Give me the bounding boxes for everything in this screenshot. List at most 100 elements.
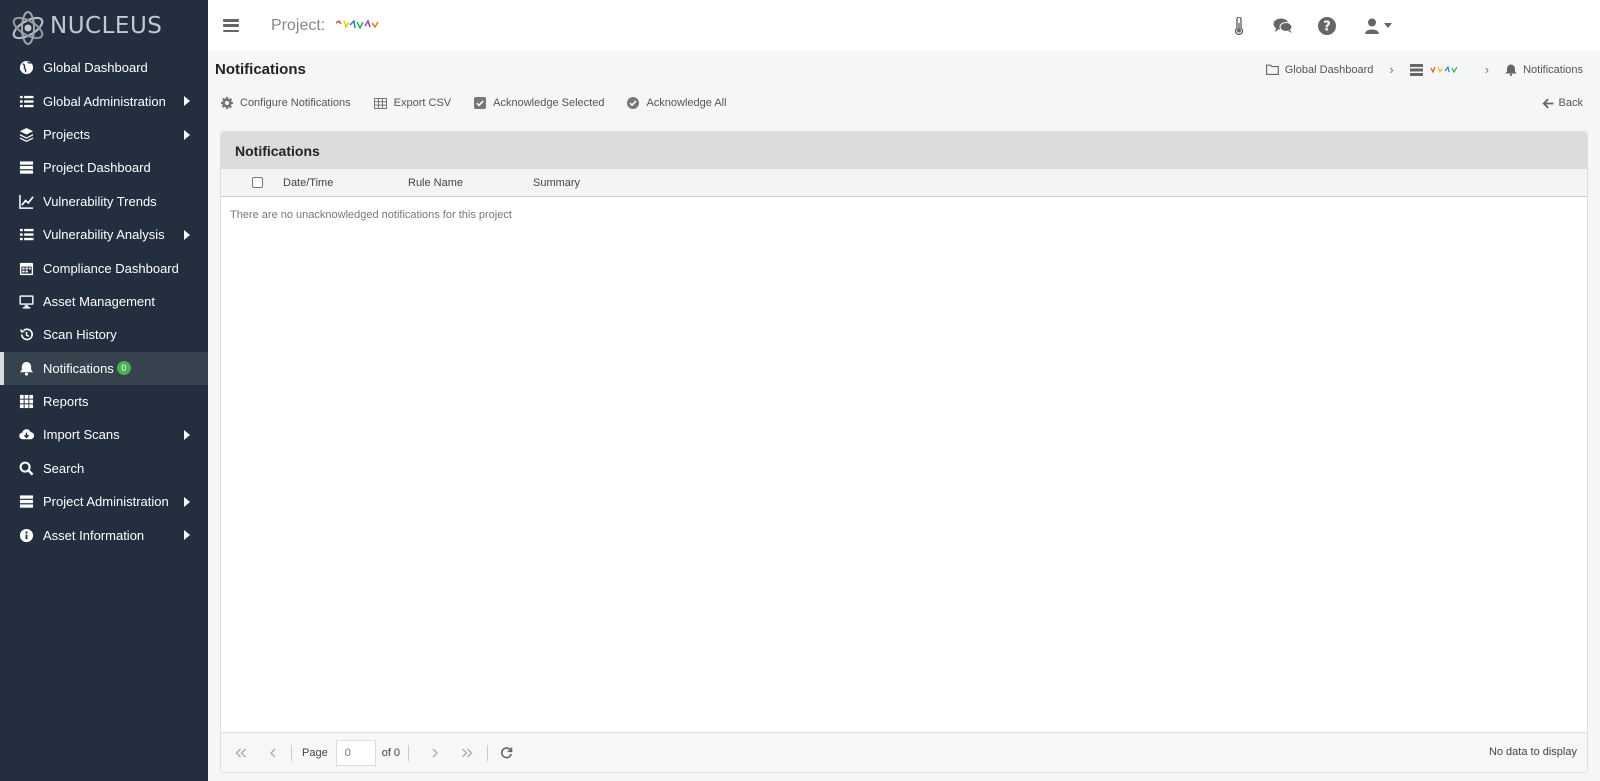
project-logo-icon: [335, 19, 379, 30]
list-icon: [18, 227, 34, 243]
breadcrumb-global-dashboard[interactable]: Global Dashboard: [1265, 63, 1374, 76]
check-square-icon: [474, 97, 487, 109]
sidebar-item-asset-management[interactable]: Asset Management: [0, 285, 208, 318]
project-label-text: Project:: [271, 16, 326, 34]
last-page-icon[interactable]: [457, 743, 477, 763]
logo-text: NUCLEUS: [50, 12, 163, 39]
folder-icon: [1265, 64, 1279, 75]
logo[interactable]: NUCLEUS: [0, 0, 208, 51]
panel-title: Notifications: [221, 132, 1587, 169]
menu-toggle-icon[interactable]: [223, 19, 239, 32]
next-page-icon[interactable]: [425, 743, 445, 763]
top-icons: ?: [1205, 0, 1395, 51]
grid-icon: [18, 394, 34, 410]
column-datetime[interactable]: Date/Time: [283, 177, 333, 189]
export-csv-button[interactable]: Export CSV: [373, 97, 452, 109]
breadcrumb-home-label: Global Dashboard: [1284, 63, 1374, 76]
select-all-checkbox[interactable]: [252, 177, 263, 188]
sidebar-item-reports[interactable]: Reports: [0, 385, 208, 418]
cloud-download-icon: [18, 427, 34, 443]
sidebar-item-label: Asset Management: [43, 293, 156, 309]
sidebar-item-asset-information[interactable]: Asset Information: [0, 518, 208, 551]
sidebar-item-project-dashboard[interactable]: Project Dashboard: [0, 151, 208, 184]
acknowledge-selected-label: Acknowledge Selected: [493, 97, 605, 109]
desktop-icon: [18, 293, 34, 309]
calendar-icon: [18, 260, 34, 276]
breadcrumb-separator: ›: [1484, 62, 1490, 77]
svg-text:?: ?: [1323, 19, 1331, 34]
page-title: Notifications: [215, 61, 306, 78]
thermometer-icon[interactable]: [1229, 16, 1249, 36]
first-page-icon[interactable]: [231, 743, 251, 763]
pager-separator: [291, 744, 292, 761]
nucleus-logo-icon: [12, 10, 44, 45]
sidebar-item-global-administration[interactable]: Global Administration: [0, 84, 208, 117]
globe-icon: [18, 60, 34, 76]
toolbar: Configure Notifications Export CSV Ackno…: [221, 97, 750, 109]
breadcrumb-notifications: Notifications: [1505, 64, 1583, 76]
check-circle-icon: [627, 97, 640, 109]
sidebar-item-label: Scan History: [43, 327, 117, 343]
table-icon: [373, 97, 387, 109]
pager-separator: [408, 744, 410, 761]
sidebar-item-label: Project Administration: [43, 494, 169, 510]
sidebar-nav: Global Dashboard Global Administration Pro…: [0, 51, 208, 552]
acknowledge-selected-button[interactable]: Acknowledge Selected: [474, 97, 604, 109]
bell-icon: [1505, 64, 1517, 76]
project-logo-small-icon: [1430, 65, 1458, 73]
empty-message: There are no unacknowledged notification…: [230, 209, 512, 221]
sidebar-item-scan-history[interactable]: Scan History: [0, 318, 208, 351]
pager-status: No data to display: [1488, 746, 1577, 758]
breadcrumb: Global Dashboard › › Notifications: [1265, 62, 1583, 77]
sidebar-item-label: Global Dashboard: [43, 60, 148, 76]
back-button[interactable]: Back: [1542, 97, 1583, 109]
sidebar-item-notifications[interactable]: Notifications 0: [0, 351, 208, 386]
sidebar-item-label: Vulnerability Trends: [43, 193, 157, 209]
page-input[interactable]: [335, 739, 376, 766]
sidebar-item-compliance-dashboard[interactable]: Compliance Dashboard: [0, 251, 208, 284]
sidebar-item-projects[interactable]: Projects: [0, 118, 208, 151]
export-csv-label: Export CSV: [393, 97, 452, 109]
breadcrumb-project[interactable]: [1409, 63, 1469, 76]
gear-icon: [221, 97, 233, 109]
pager-separator: [487, 744, 489, 761]
user-menu-icon[interactable]: [1361, 16, 1395, 36]
configure-notifications-button[interactable]: Configure Notifications: [221, 97, 351, 109]
bell-icon: [18, 360, 34, 376]
configure-notifications-label: Configure Notifications: [240, 97, 351, 109]
sidebar-item-project-administration[interactable]: Project Administration: [0, 485, 208, 518]
pager: Page of 0 No data to display: [221, 732, 1587, 772]
column-summary[interactable]: Summary: [533, 177, 580, 189]
sidebar-item-vulnerability-trends[interactable]: Vulnerability Trends: [0, 185, 208, 218]
caret-right-icon: [184, 497, 190, 508]
sidebar-item-label: Search: [43, 460, 85, 476]
column-rule-name[interactable]: Rule Name: [408, 177, 463, 189]
server-icon: [1409, 63, 1423, 76]
breadcrumb-current-label: Notifications: [1523, 63, 1583, 76]
acknowledge-all-button[interactable]: Acknowledge All: [627, 97, 727, 109]
sidebar: NUCLEUS Global Dashboard Global Administr…: [0, 0, 208, 781]
sidebar-item-search[interactable]: Search: [0, 452, 208, 485]
sidebar-item-label: Project Dashboard: [43, 160, 151, 176]
info-icon: [18, 527, 34, 543]
caret-right-icon: [184, 530, 190, 541]
notification-count-badge: 0: [116, 361, 131, 376]
sidebar-item-label: Reports: [43, 394, 89, 410]
top-bar: Project: ?: [208, 0, 1600, 51]
sidebar-item-import-scans[interactable]: Import Scans: [0, 418, 208, 451]
acknowledge-all-label: Acknowledge All: [646, 97, 727, 109]
layers-icon: [18, 126, 34, 142]
page-count-label: of 0: [381, 746, 401, 759]
comments-icon[interactable]: [1273, 16, 1293, 36]
sidebar-item-global-dashboard[interactable]: Global Dashboard: [0, 51, 208, 84]
prev-page-icon[interactable]: [263, 743, 283, 763]
refresh-icon[interactable]: [496, 743, 516, 763]
notifications-panel: Notifications Date/Time Rule Name Summar…: [220, 131, 1588, 773]
sidebar-item-label: Asset Information: [43, 527, 145, 543]
sidebar-item-vulnerability-analysis[interactable]: Vulnerability Analysis: [0, 218, 208, 251]
sidebar-item-label: Global Administration: [43, 93, 166, 109]
server-icon: [18, 160, 34, 176]
help-icon[interactable]: ?: [1317, 16, 1337, 36]
page-label: Page: [302, 746, 328, 759]
sidebar-item-label: Compliance Dashboard: [43, 260, 179, 276]
